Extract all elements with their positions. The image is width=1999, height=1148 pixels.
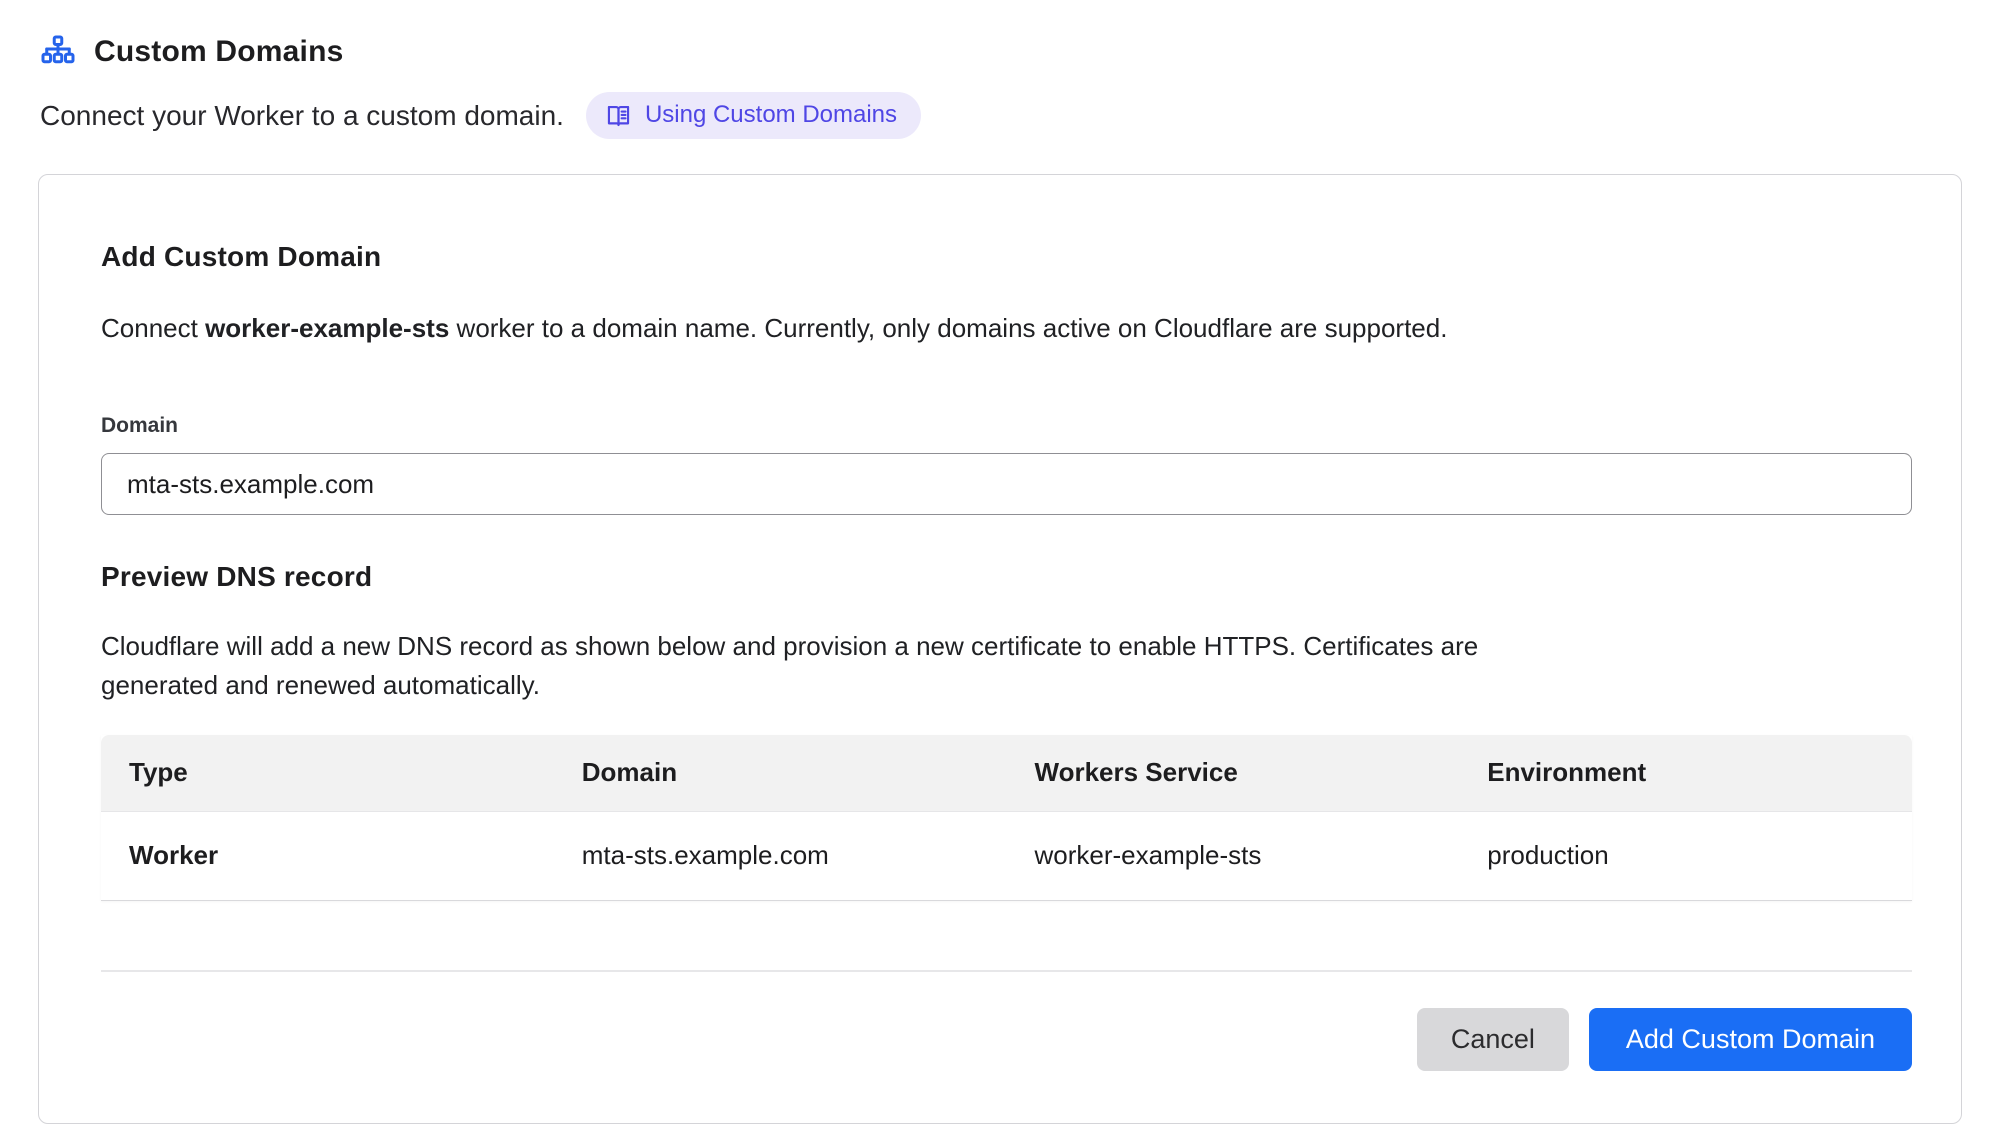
description-suffix: worker to a domain name. Currently, only… <box>449 313 1447 343</box>
domain-label: Domain <box>101 414 1903 438</box>
book-open-icon <box>605 102 632 129</box>
add-custom-domain-button[interactable]: Add Custom Domain <box>1589 1008 1912 1071</box>
page-header: Custom Domains Connect your Worker to a … <box>38 34 1962 139</box>
page-subtitle: Connect your Worker to a custom domain. <box>40 100 564 132</box>
column-header-workers-service: Workers Service <box>1007 735 1460 812</box>
card-heading: Add Custom Domain <box>101 241 1903 273</box>
sitemap-icon <box>40 34 76 70</box>
domain-field: Domain <box>101 414 1903 515</box>
preview-dns-heading: Preview DNS record <box>101 561 1903 593</box>
add-custom-domain-card: Add Custom Domain Connect worker-example… <box>38 174 1962 1124</box>
spacer <box>101 901 1903 970</box>
page-title: Custom Domains <box>94 35 344 69</box>
cell-workers-service: worker-example-sts <box>1007 812 1460 901</box>
column-header-type: Type <box>101 735 554 812</box>
footer-divider <box>101 970 1912 972</box>
table-header-row: Type Domain Workers Service Environment <box>101 735 1912 812</box>
docs-link-label: Using Custom Domains <box>645 101 897 129</box>
custom-domains-page: Custom Domains Connect your Worker to a … <box>0 0 1999 1148</box>
footer-actions: Cancel Add Custom Domain <box>101 1008 1912 1071</box>
worker-name: worker-example-sts <box>205 313 449 343</box>
preview-dns-description: Cloudflare will add a new DNS record as … <box>101 627 1581 705</box>
using-custom-domains-docs-link[interactable]: Using Custom Domains <box>586 92 921 139</box>
cell-type: Worker <box>101 812 554 901</box>
column-header-environment: Environment <box>1459 735 1912 812</box>
cell-domain: mta-sts.example.com <box>554 812 1007 901</box>
column-header-domain: Domain <box>554 735 1007 812</box>
card-description: Connect worker-example-sts worker to a d… <box>101 309 1903 348</box>
cancel-button[interactable]: Cancel <box>1417 1008 1569 1071</box>
domain-input[interactable] <box>101 453 1912 515</box>
dns-preview-table: Type Domain Workers Service Environment … <box>101 735 1912 901</box>
description-prefix: Connect <box>101 313 205 343</box>
table-row: Worker mta-sts.example.com worker-exampl… <box>101 812 1912 901</box>
cell-environment: production <box>1459 812 1912 901</box>
